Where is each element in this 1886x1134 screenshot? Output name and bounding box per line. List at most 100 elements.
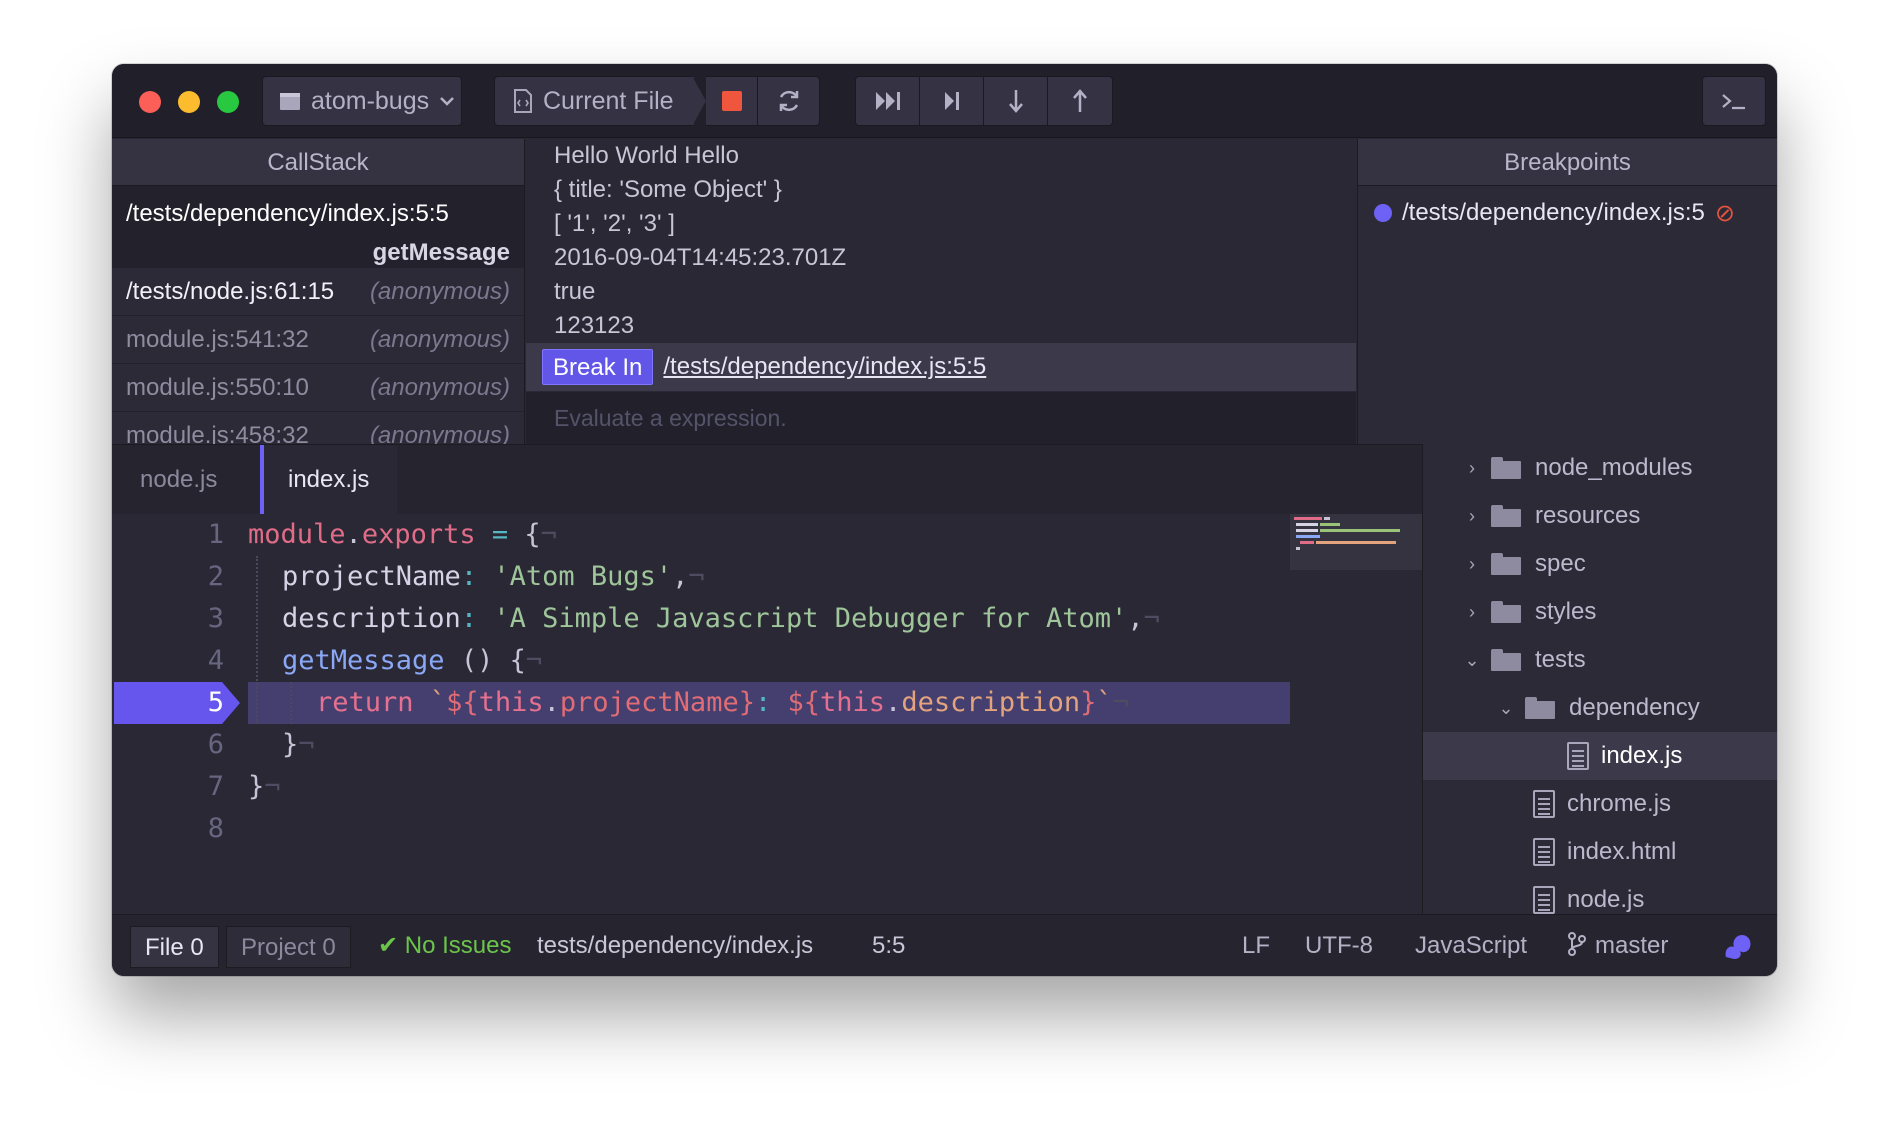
step-into-button[interactable] [984, 77, 1048, 125]
minimap[interactable] [1290, 514, 1422, 570]
frame-location: module.js:541:32 [126, 325, 309, 353]
tree-folder-styles[interactable]: › styles [1423, 588, 1777, 636]
code-line-5: return `${this.projectName}: ${this.desc… [316, 687, 1129, 718]
git-branch-label: master [1595, 932, 1669, 959]
line-number-current: 5 [207, 687, 224, 718]
status-file-path[interactable]: tests/dependency/index.js [537, 915, 813, 976]
console-toggle-button[interactable] [1702, 76, 1766, 126]
tree-folder-dependency[interactable]: ⌄ dependency [1423, 684, 1777, 732]
atom-window: atom-bugs Current File CallStack /tests/… [112, 64, 1777, 976]
console-output-line: [ '1', '2', '3' ] [554, 210, 675, 237]
step-over-button[interactable] [920, 77, 984, 125]
console-output-line: { title: 'Some Object' } [554, 176, 782, 203]
grammar-selector[interactable]: JavaScript [1415, 915, 1527, 976]
stepping-controls [855, 76, 1113, 126]
tab-index-js[interactable]: index.js [260, 445, 398, 515]
tree-folder-tests[interactable]: ⌄ tests [1423, 636, 1777, 684]
file-text-icon [1567, 742, 1589, 770]
evaluate-input[interactable]: Evaluate a expression. [526, 392, 1356, 444]
callstack-frame[interactable]: module.js:541:32 (anonymous) [112, 316, 524, 364]
debug-scope-button[interactable]: Current File [494, 76, 694, 126]
git-branch-icon [1568, 932, 1586, 956]
code-line-7: }¬ [248, 771, 281, 802]
frame-location: /tests/dependency/index.js:5:5 [126, 200, 449, 227]
window-maximize-button[interactable] [217, 91, 239, 113]
folder-icon [1491, 505, 1521, 527]
folder-icon [1525, 697, 1555, 719]
debug-console: Hello World Hello { title: 'Some Object'… [526, 139, 1356, 444]
continue-icon [875, 92, 900, 110]
callstack-frame[interactable]: /tests/dependency/index.js:5:5 getMessag… [112, 186, 524, 268]
break-location-link[interactable]: /tests/dependency/index.js:5:5 [663, 353, 986, 381]
indent-guide [290, 682, 292, 724]
tree-file-node-js[interactable]: node.js [1423, 876, 1777, 914]
callstack-title: CallStack [112, 139, 524, 186]
tree-item-label: chrome.js [1567, 790, 1672, 817]
tree-item-label: dependency [1569, 694, 1700, 721]
callstack-frame[interactable]: module.js:550:10 (anonymous) [112, 364, 524, 412]
tree-file-chrome-js[interactable]: chrome.js [1423, 780, 1777, 828]
tree-item-label: node_modules [1535, 454, 1693, 481]
title-toolbar: atom-bugs Current File [112, 64, 1777, 138]
reload-icon [779, 90, 798, 112]
console-output-line: Hello World Hello [554, 142, 739, 169]
remove-breakpoint-icon[interactable]: ⊘ [1715, 199, 1735, 228]
stop-button[interactable] [706, 76, 758, 126]
breakpoint-item[interactable]: /tests/dependency/index.js:5 ⊘ [1358, 186, 1777, 240]
window-minimize-button[interactable] [178, 91, 200, 113]
code-editor[interactable]: 1 2 3 4 5 6 7 8 module.exports = {¬ proj… [112, 514, 1422, 914]
console-output-line: 123123 [554, 312, 635, 339]
continue-button[interactable] [856, 77, 920, 125]
folder-icon [1491, 649, 1521, 671]
breakpoint-dot-icon [1374, 204, 1392, 222]
tree-file-index-js[interactable]: index.js [1423, 732, 1777, 780]
line-number-gutter[interactable]: 1 2 3 4 5 6 7 8 [112, 514, 242, 914]
file-tree: › node_modules › resources › spec › styl… [1422, 444, 1777, 914]
restart-button[interactable] [758, 76, 820, 126]
git-branch[interactable]: master [1567, 915, 1668, 976]
step-over-icon [944, 92, 959, 110]
console-output-line: true [554, 278, 596, 305]
indent-guide [256, 556, 258, 724]
chevron-right-icon: › [1469, 601, 1475, 622]
cursor-position[interactable]: 5:5 [872, 915, 905, 976]
editor-tab-bar: node.js index.js [112, 444, 1422, 515]
tab-node-js[interactable]: node.js [112, 445, 245, 515]
linter-project-tab[interactable]: Project 0 [226, 926, 351, 968]
tree-folder-spec[interactable]: › spec [1423, 540, 1777, 588]
frame-function: (anonymous) [369, 373, 510, 401]
tree-folder-node-modules[interactable]: › node_modules [1423, 444, 1777, 492]
callstack-frame[interactable]: /tests/node.js:61:15 (anonymous) [112, 268, 524, 316]
tree-item-label: tests [1535, 646, 1586, 673]
project-select[interactable]: atom-bugs [262, 76, 462, 126]
chevron-right-icon: › [1469, 553, 1475, 574]
line-ending-selector[interactable]: LF [1242, 915, 1270, 976]
breakpoint-location: /tests/dependency/index.js:5 [1402, 199, 1705, 226]
file-text-icon [1533, 790, 1555, 818]
tree-folder-resources[interactable]: › resources [1423, 492, 1777, 540]
file-text-icon [1533, 886, 1555, 914]
tree-item-label: index.html [1567, 838, 1677, 865]
project-select-label: atom-bugs [311, 86, 430, 115]
encoding-selector[interactable]: UTF-8 [1305, 915, 1373, 976]
linter-file-tab[interactable]: File 0 [130, 926, 219, 968]
window-close-button[interactable] [139, 91, 161, 113]
check-icon: ✔ [378, 932, 399, 959]
tree-item-label: index.js [1601, 742, 1683, 769]
callstack-frame[interactable]: module.js:458:32 (anonymous) [112, 412, 524, 444]
linter-file-count: 0 [190, 934, 204, 961]
step-into-icon [1008, 90, 1023, 113]
linter-file-label: File [145, 934, 184, 961]
file-text-icon [1533, 838, 1555, 866]
frame-location: /tests/node.js:61:15 [126, 277, 335, 305]
line-number: 3 [207, 603, 224, 634]
linter-status[interactable]: ✔ No Issues [378, 915, 512, 976]
code-line-6: }¬ [282, 729, 315, 760]
frame-function: (anonymous) [369, 277, 510, 305]
squirrel-update-icon[interactable] [1722, 915, 1754, 976]
step-out-button[interactable] [1048, 77, 1112, 125]
folder-icon [1491, 457, 1521, 479]
project-icon [280, 93, 300, 110]
tree-file-index-html[interactable]: index.html [1423, 828, 1777, 876]
chevron-down-icon: ⌄ [1498, 697, 1514, 718]
